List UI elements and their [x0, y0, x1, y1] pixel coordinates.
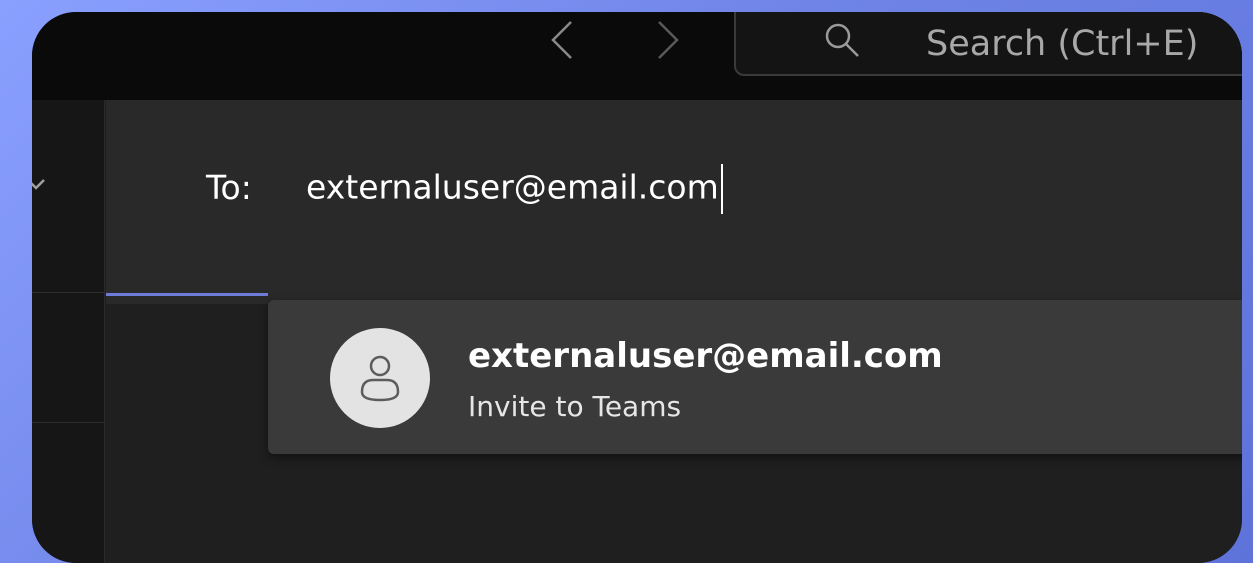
chevron-right-icon: [658, 21, 679, 59]
main-pane: To: externaluser@email.com externaluser@…: [106, 100, 1242, 563]
search-placeholder: Search (Ctrl+E): [926, 24, 1199, 64]
focus-underline: [106, 293, 268, 296]
chevron-left-icon: [551, 21, 572, 59]
title-bar: Search (Ctrl+E): [32, 12, 1242, 100]
to-field-value: externaluser@email.com: [306, 167, 719, 207]
to-field[interactable]: externaluser@email.com: [306, 164, 723, 214]
rail-divider: [32, 422, 105, 423]
avatar: [330, 328, 430, 428]
left-rail: [32, 100, 105, 563]
person-icon: [360, 355, 400, 402]
rail-divider: [32, 292, 105, 293]
search-input[interactable]: Search (Ctrl+E): [734, 12, 1242, 76]
forward-button[interactable]: [648, 16, 688, 64]
new-chat-header: To: externaluser@email.com: [106, 100, 1242, 304]
to-label: To:: [206, 168, 252, 207]
search-icon: [825, 23, 859, 57]
teams-window: Search (Ctrl+E) To: externaluser@email.c…: [32, 12, 1242, 563]
back-button[interactable]: [542, 16, 582, 64]
suggestion-email: externaluser@email.com: [468, 336, 943, 376]
suggestion-subtitle: Invite to Teams: [468, 390, 682, 423]
chevron-down-icon[interactable]: [32, 176, 46, 192]
suggestion-item[interactable]: externaluser@email.com Invite to Teams: [268, 300, 1242, 454]
text-caret: [720, 164, 723, 214]
